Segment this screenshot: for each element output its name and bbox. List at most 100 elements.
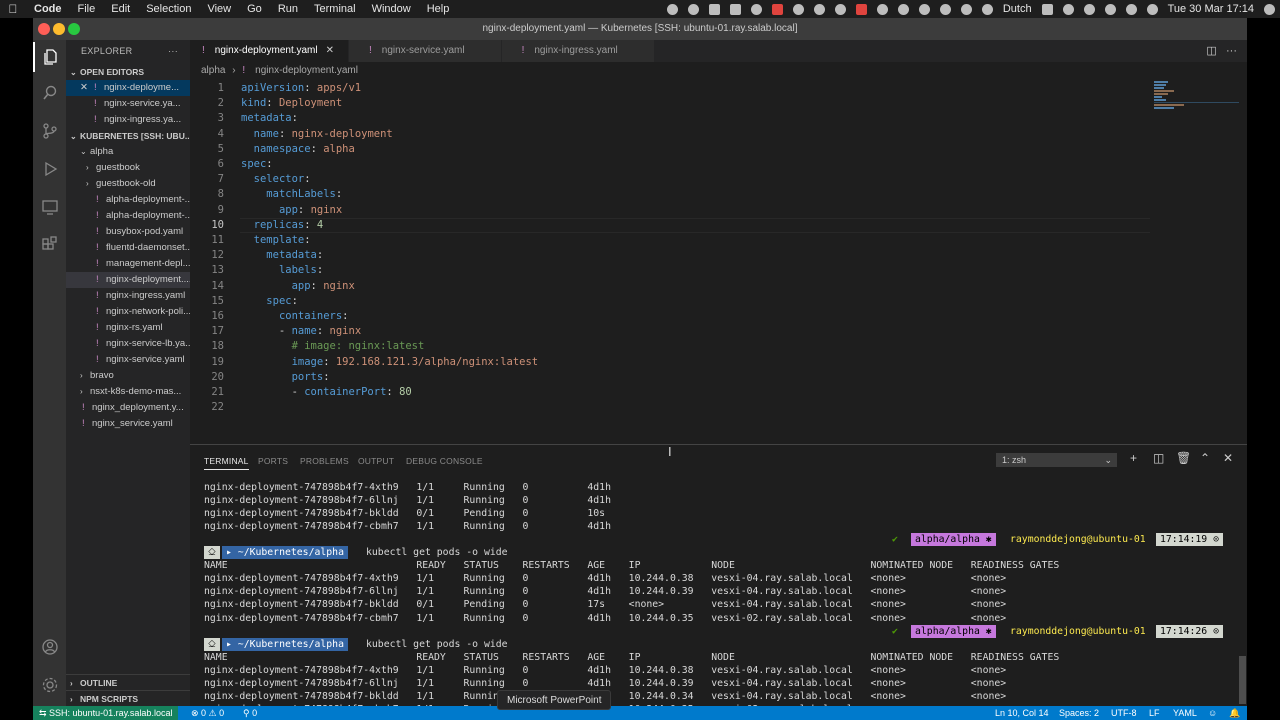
folder-item[interactable]: › guestbook: [66, 160, 190, 176]
open-editors-section[interactable]: ⌄ OPEN EDITORS: [66, 64, 190, 80]
close-icon[interactable]: ✕: [80, 80, 94, 96]
remote-indicator[interactable]: ⇆ SSH: ubuntu-01.ray.salab.local: [33, 706, 179, 720]
tab-nginx-ingress[interactable]: ! nginx-ingress.yaml: [501, 40, 655, 62]
file-item[interactable]: ! nginx_deployment.y...: [66, 400, 190, 416]
open-editor-item[interactable]: ! nginx-ingress.ya...: [66, 112, 190, 128]
close-icon[interactable]: ✕: [326, 45, 334, 56]
maximize-window-button[interactable]: [68, 23, 80, 35]
tray-app-icon[interactable]: [855, 3, 867, 15]
tray-app-icon[interactable]: [813, 3, 825, 15]
menu-file[interactable]: File: [70, 3, 104, 15]
tray-app-icon[interactable]: [834, 3, 846, 15]
file-item[interactable]: ! nginx-rs.yaml: [66, 320, 190, 336]
search-icon[interactable]: [1104, 3, 1116, 15]
menu-terminal[interactable]: Terminal: [306, 3, 364, 15]
folder-item[interactable]: › guestbook-old: [66, 176, 190, 192]
minimize-window-button[interactable]: [53, 23, 65, 35]
close-window-button[interactable]: [38, 23, 50, 35]
split-editor-icon[interactable]: ◫: [1206, 45, 1216, 57]
notification-center-icon[interactable]: [1264, 3, 1275, 15]
input-source[interactable]: Dutch: [998, 3, 1037, 15]
cursor-position[interactable]: Ln 10, Col 14: [995, 706, 1049, 720]
menu-window[interactable]: Window: [364, 3, 419, 15]
extensions-icon[interactable]: [33, 230, 66, 260]
file-item[interactable]: ! nginx_service.yaml: [66, 416, 190, 432]
tab-nginx-deployment[interactable]: ! nginx-deployment.yaml ✕: [190, 40, 349, 62]
run-debug-icon[interactable]: [33, 154, 66, 184]
tray-app-icon[interactable]: [708, 3, 720, 15]
menu-help[interactable]: Help: [419, 3, 458, 15]
tab-nginx-service[interactable]: ! nginx-service.yaml: [349, 40, 502, 62]
file-item[interactable]: ! fluentd-daemonset...: [66, 240, 190, 256]
breadcrumb-folder[interactable]: alpha: [201, 65, 225, 76]
menu-run[interactable]: Run: [270, 3, 306, 15]
tray-app-icon[interactable]: [960, 3, 972, 15]
outline-section[interactable]: › OUTLINE: [66, 674, 190, 690]
indentation[interactable]: Spaces: 2: [1059, 706, 1099, 720]
tray-app-icon[interactable]: [897, 3, 909, 15]
trash-icon[interactable]: 🗑: [1176, 451, 1191, 465]
tray-app-icon[interactable]: [750, 3, 762, 15]
problems-indicator[interactable]: ⊗ 0 ⚠ 0: [191, 706, 224, 720]
menu-edit[interactable]: Edit: [103, 3, 138, 15]
ports-indicator[interactable]: ⚲ 0: [243, 706, 257, 720]
tray-app-icon[interactable]: [939, 3, 951, 15]
npm-scripts-section[interactable]: › NPM SCRIPTS: [66, 690, 190, 706]
file-item[interactable]: ! management-depl...: [66, 256, 190, 272]
file-item[interactable]: ! nginx-service-lb.ya...: [66, 336, 190, 352]
tab-terminal[interactable]: TERMINAL: [204, 456, 249, 470]
language-mode[interactable]: YAML: [1173, 706, 1197, 720]
open-editor-item[interactable]: ✕! nginx-deployme...: [66, 80, 190, 96]
tab-ports[interactable]: PORTS: [258, 456, 288, 466]
explorer-icon[interactable]: [33, 42, 66, 72]
feedback-icon[interactable]: ☺: [1208, 706, 1217, 720]
apple-icon[interactable]: : [0, 2, 26, 16]
battery-icon[interactable]: [1041, 3, 1053, 15]
tray-app-icon[interactable]: [666, 3, 678, 15]
terminal-scrollbar[interactable]: [1239, 656, 1246, 704]
split-terminal-icon[interactable]: ◫: [1153, 451, 1164, 465]
folder-item[interactable]: › nsxt-k8s-demo-mas...: [66, 384, 190, 400]
open-editor-item[interactable]: ! nginx-service.ya...: [66, 96, 190, 112]
file-item[interactable]: ! nginx-ingress.yaml: [66, 288, 190, 304]
menu-selection[interactable]: Selection: [138, 3, 199, 15]
more-actions-icon[interactable]: ···: [168, 40, 178, 62]
menubar-clock[interactable]: Tue 30 Mar 17:14: [1163, 3, 1259, 15]
new-terminal-icon[interactable]: +: [1130, 451, 1137, 465]
close-icon[interactable]: ✕: [1223, 451, 1233, 465]
terminal-select[interactable]: 1: zsh ⌄: [996, 453, 1117, 467]
file-item[interactable]: ! nginx-deployment....: [66, 272, 190, 288]
menu-view[interactable]: View: [199, 3, 239, 15]
menu-app-name[interactable]: Code: [26, 3, 70, 15]
remote-explorer-icon[interactable]: [33, 192, 66, 222]
account-icon[interactable]: [33, 632, 66, 662]
maximize-panel-icon[interactable]: ⌃: [1200, 451, 1210, 465]
file-item[interactable]: ! nginx-network-poli...: [66, 304, 190, 320]
control-center-icon[interactable]: [1125, 3, 1137, 15]
tray-app-icon[interactable]: [792, 3, 804, 15]
folder-alpha[interactable]: ⌄ alpha: [66, 144, 190, 160]
more-actions-icon[interactable]: ···: [1226, 45, 1237, 57]
settings-gear-icon[interactable]: [33, 670, 66, 700]
siri-icon[interactable]: [1146, 3, 1158, 15]
notifications-bell-icon[interactable]: 🔔: [1229, 706, 1240, 720]
end-of-line[interactable]: LF: [1149, 706, 1160, 720]
file-item[interactable]: ! alpha-deployment-...: [66, 208, 190, 224]
file-item[interactable]: ! nginx-service.yaml: [66, 352, 190, 368]
search-icon[interactable]: [33, 78, 66, 108]
minimap[interactable]: [1154, 80, 1239, 120]
user-icon[interactable]: [1083, 3, 1095, 15]
tab-output[interactable]: OUTPUT: [358, 456, 394, 466]
folder-item[interactable]: › bravo: [66, 368, 190, 384]
encoding[interactable]: UTF-8: [1111, 706, 1137, 720]
tray-app-icon[interactable]: [771, 3, 783, 15]
tray-app-icon[interactable]: [918, 3, 930, 15]
tab-problems[interactable]: PROBLEMS: [300, 456, 349, 466]
wifi-icon[interactable]: [1062, 3, 1074, 15]
tray-app-icon[interactable]: [687, 3, 699, 15]
menu-go[interactable]: Go: [239, 3, 270, 15]
tray-app-icon[interactable]: [729, 3, 741, 15]
file-item[interactable]: ! alpha-deployment-...: [66, 192, 190, 208]
workspace-section[interactable]: ⌄ KUBERNETES [SSH: UBU...: [66, 128, 190, 144]
source-control-icon[interactable]: [33, 116, 66, 146]
